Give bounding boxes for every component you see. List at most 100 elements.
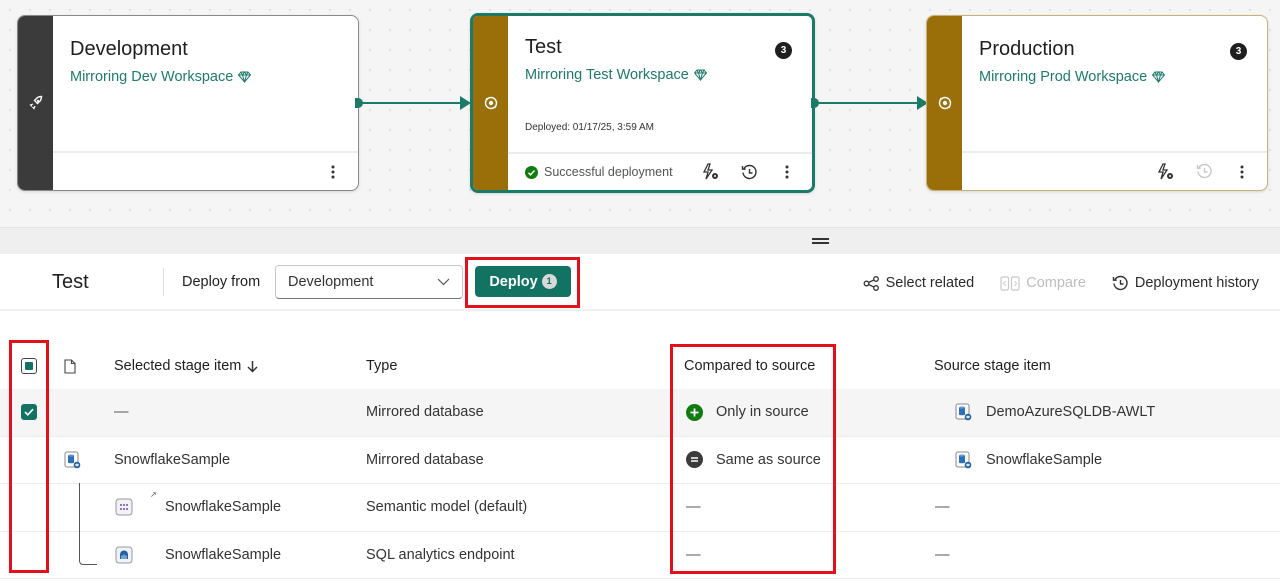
stage-connector — [355, 96, 471, 110]
dropdown-value: Development — [288, 274, 374, 290]
pane-splitter[interactable] — [0, 227, 1280, 254]
compare-status: — — [686, 499, 701, 516]
deploy-label: Deploy — [489, 273, 538, 290]
source-item: SnowflakeSample — [955, 451, 1102, 469]
items-table: Selected stage item Type Compared to sou… — [0, 343, 1280, 579]
stage-card-test[interactable]: Test 3 Mirroring Test Workspace Deployed… — [470, 13, 815, 193]
select-all-checkbox[interactable] — [21, 358, 37, 374]
stage-bar — [927, 16, 962, 190]
semantic-model-icon — [115, 498, 133, 516]
deployment-rules-icon[interactable] — [1156, 162, 1176, 182]
pipeline-canvas: Development Mirroring Dev Workspace Test… — [0, 0, 1280, 227]
stage-footer: Successful deployment — [508, 152, 812, 190]
more-options-icon[interactable] — [1232, 162, 1252, 182]
arrow-down-icon — [247, 360, 258, 373]
source-item: — — [935, 546, 950, 563]
stage-sync-icon — [938, 96, 951, 110]
deployment-history-button[interactable]: Deployment history — [1112, 275, 1259, 292]
stage-footer — [53, 151, 358, 190]
item-name: — — [114, 404, 129, 421]
compare-button: Compare — [1000, 275, 1086, 291]
column-header-type[interactable]: Type — [366, 358, 397, 374]
item-count-badge: 3 — [1230, 43, 1247, 60]
deployment-status[interactable]: Successful deployment — [525, 165, 673, 179]
rocket-icon — [28, 95, 42, 110]
more-options-icon[interactable] — [323, 162, 343, 182]
workspace-link[interactable]: Mirroring Dev Workspace — [70, 69, 252, 85]
table-row[interactable]: SnowflakeSample Mirrored database Same a… — [0, 437, 1280, 484]
mirrored-database-icon — [64, 451, 81, 469]
stage-bar — [18, 16, 53, 190]
item-type: Mirrored database — [366, 404, 484, 421]
column-label: Selected stage item — [114, 358, 242, 374]
sql-endpoint-icon — [115, 546, 133, 564]
deployment-rules-icon[interactable] — [701, 162, 721, 182]
table-header-row: Selected stage item Type Compared to sou… — [0, 343, 1280, 389]
compare-text: Only in source — [716, 404, 809, 421]
column-header-source-stage-item[interactable]: Source stage item — [934, 358, 1051, 374]
table-row[interactable]: SnowflakeSample SQL analytics endpoint —… — [0, 532, 1280, 579]
compare-label: Compare — [1026, 275, 1086, 291]
chevron-down-icon — [437, 278, 450, 286]
item-type: Mirrored database — [366, 451, 484, 468]
deploy-button[interactable]: Deploy 1 — [475, 266, 571, 297]
item-name[interactable]: SnowflakeSample — [165, 547, 281, 563]
linked-indicator-icon: ↗ — [150, 490, 157, 500]
column-header-selected-stage-item[interactable]: Selected stage item — [114, 358, 258, 374]
compare-status: Only in source — [686, 403, 809, 421]
workspace-link[interactable]: Mirroring Test Workspace — [525, 67, 707, 83]
deploy-from-dropdown[interactable]: Development — [275, 265, 463, 299]
drag-handle-icon[interactable] — [811, 238, 829, 244]
deployment-history-label: Deployment history — [1134, 275, 1259, 291]
source-item: — — [935, 499, 950, 516]
source-item-name[interactable]: SnowflakeSample — [986, 452, 1102, 468]
workspace-name[interactable]: Mirroring Dev Workspace — [70, 69, 233, 85]
select-related-button[interactable]: Select related — [863, 275, 975, 291]
divider — [163, 268, 164, 296]
stage-connector — [811, 96, 928, 110]
premium-diamond-icon — [1152, 71, 1166, 83]
workspace-name[interactable]: Mirroring Prod Workspace — [979, 69, 1147, 85]
stage-card-development[interactable]: Development Mirroring Dev Workspace — [17, 15, 359, 191]
file-icon — [64, 358, 76, 374]
stage-title: Production — [979, 38, 1075, 60]
item-type: Semantic model (default) — [366, 499, 528, 516]
mirrored-database-icon — [955, 403, 972, 421]
item-name[interactable]: SnowflakeSample — [165, 499, 281, 515]
select-related-label: Select related — [885, 275, 975, 291]
workspace-link[interactable]: Mirroring Prod Workspace — [979, 69, 1166, 85]
equal-circle-icon — [686, 451, 703, 469]
deployed-timestamp: Deployed: 01/17/25, 3:59 AM — [525, 122, 654, 133]
item-type: SQL analytics endpoint — [366, 546, 515, 563]
status-text: Successful deployment — [544, 165, 673, 179]
stage-footer — [962, 151, 1267, 190]
compare-status: Same as source — [686, 451, 821, 469]
stage-title: Test — [525, 36, 562, 58]
history-icon[interactable] — [739, 162, 759, 182]
share-nodes-icon — [863, 275, 879, 291]
history-icon — [1112, 275, 1128, 290]
tree-connector — [79, 483, 97, 565]
item-name[interactable]: SnowflakeSample — [114, 452, 230, 468]
plus-circle-icon — [686, 403, 703, 421]
table-row[interactable]: — Mirrored database Only in source DemoA… — [0, 389, 1280, 437]
premium-diamond-icon — [238, 71, 252, 83]
stage-card-production[interactable]: Production 3 Mirroring Prod Workspace — [926, 15, 1268, 191]
column-header-compared-to-source[interactable]: Compared to source — [684, 358, 815, 374]
source-item: DemoAzureSQLDB-AWLT — [955, 403, 1155, 421]
item-count-badge: 3 — [775, 42, 792, 59]
mirrored-database-icon — [955, 451, 972, 469]
workspace-name[interactable]: Mirroring Test Workspace — [525, 67, 689, 83]
selected-stage-title: Test — [52, 270, 89, 293]
more-options-icon[interactable] — [777, 162, 797, 182]
stage-title: Development — [70, 38, 188, 60]
source-item-name[interactable]: DemoAzureSQLDB-AWLT — [986, 404, 1155, 420]
stage-sync-icon — [484, 96, 497, 110]
premium-diamond-icon — [693, 69, 707, 81]
deploy-from-label: Deploy from — [182, 274, 261, 290]
row-checkbox[interactable] — [21, 404, 37, 421]
compare-text: Same as source — [716, 451, 821, 468]
compare-status: — — [686, 546, 701, 563]
stage-bar — [473, 16, 508, 190]
table-row[interactable]: ↗ SnowflakeSample Semantic model (defaul… — [0, 484, 1280, 532]
